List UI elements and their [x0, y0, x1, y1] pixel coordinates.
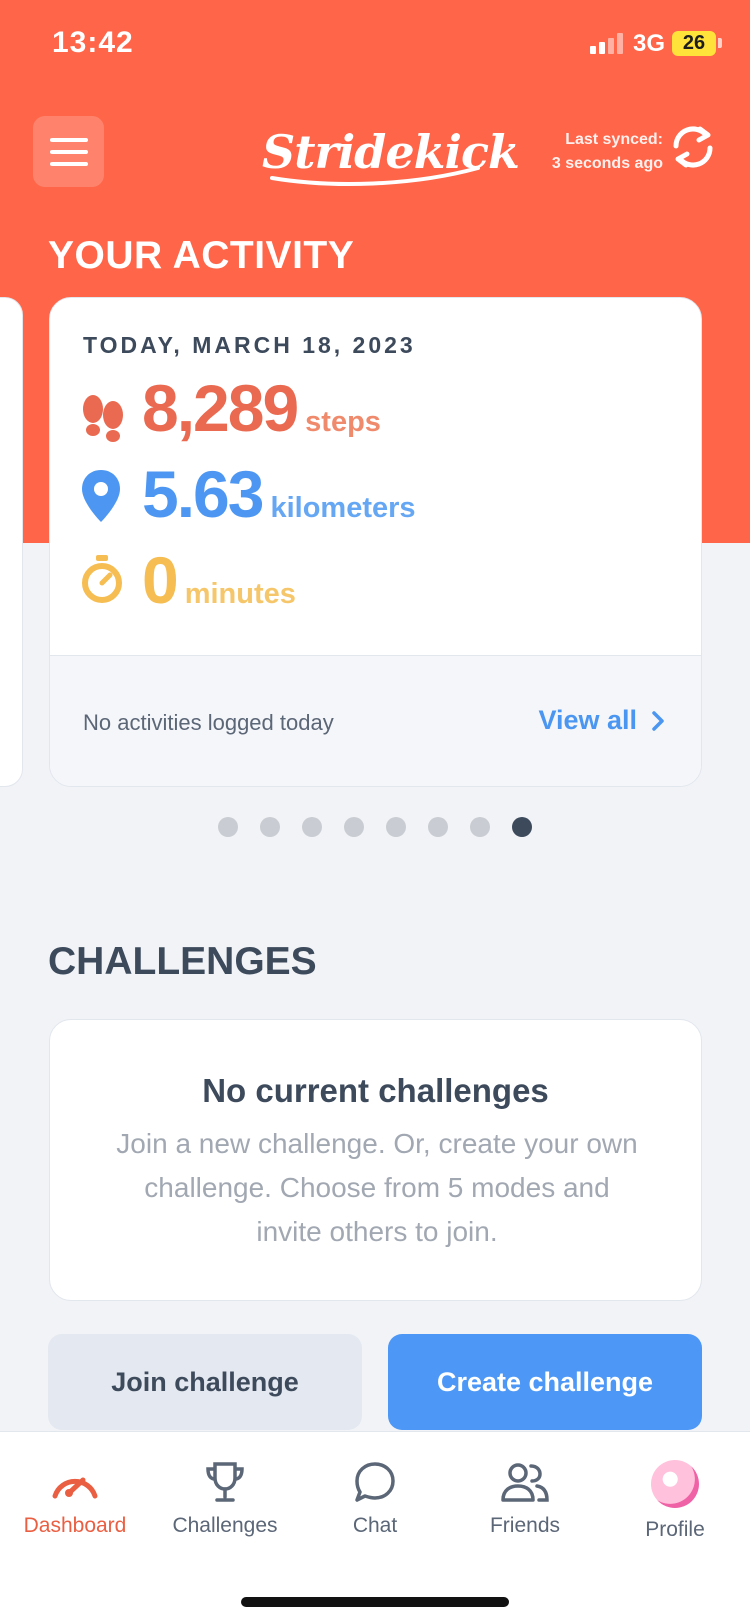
- status-bar: 13:42 3G 26: [0, 0, 750, 90]
- tab-profile[interactable]: Profile: [600, 1460, 750, 1542]
- no-activities-text: No activities logged today: [83, 710, 334, 735]
- tab-dashboard-label: Dashboard: [23, 1514, 127, 1537]
- activity-section-title: YOUR ACTIVITY: [48, 234, 355, 277]
- trophy-icon: [206, 1462, 244, 1502]
- distance-value: 5.63: [142, 457, 264, 531]
- logo-swoosh: [270, 166, 480, 186]
- chevron-right-icon: [652, 710, 664, 731]
- pagination-dot[interactable]: [260, 817, 280, 837]
- speedometer-icon: [52, 1477, 98, 1499]
- challenges-section-title: CHALLENGES: [48, 940, 317, 983]
- minutes-unit: minutes: [184, 578, 296, 610]
- view-all-link[interactable]: View all: [538, 705, 665, 736]
- pagination-dot[interactable]: [302, 817, 322, 837]
- hamburger-menu-icon: [49, 137, 88, 142]
- footprints-icon: [83, 395, 123, 442]
- minutes-metric: 0 minutes: [142, 542, 296, 618]
- sync-status: Last synced: 3 seconds ago: [552, 128, 663, 176]
- tab-bar: Dashboard Challenges Chat Friends Profil…: [0, 1431, 750, 1624]
- pagination-dot[interactable]: [218, 817, 238, 837]
- activity-card[interactable]: TODAY, MARCH 18, 2023 8,289 steps 5.63 k…: [49, 297, 702, 787]
- steps-value: 8,289: [142, 371, 299, 445]
- steps-unit: steps: [305, 406, 381, 438]
- activity-card-footer: No activities logged today View all: [50, 655, 701, 786]
- pagination-dot[interactable]: [344, 817, 364, 837]
- avatar: [651, 1460, 699, 1508]
- minutes-value: 0: [142, 543, 179, 617]
- status-time: 13:42: [52, 26, 134, 59]
- battery-icon: 26: [672, 31, 716, 56]
- pagination-dot[interactable]: [428, 817, 448, 837]
- people-icon: [501, 1463, 549, 1502]
- signal-icon: [590, 32, 626, 54]
- tab-friends[interactable]: Friends: [450, 1460, 600, 1538]
- pagination-dot[interactable]: [386, 817, 406, 837]
- tab-challenges[interactable]: Challenges: [150, 1460, 300, 1538]
- tab-profile-label: Profile: [645, 1518, 705, 1541]
- pagination-dot[interactable]: [470, 817, 490, 837]
- tab-friends-label: Friends: [489, 1514, 561, 1537]
- tab-chat[interactable]: Chat: [300, 1460, 450, 1538]
- stopwatch-icon: [82, 555, 122, 603]
- sync-time: 3 seconds ago: [551, 155, 663, 172]
- join-challenge-button[interactable]: Join challenge: [48, 1334, 362, 1430]
- sync-label: Last synced:: [565, 131, 663, 148]
- chat-bubble-icon: [355, 1462, 395, 1502]
- network-type: 3G: [633, 30, 666, 57]
- refresh-icon[interactable]: [668, 124, 718, 170]
- distance-unit: kilometers: [270, 492, 416, 524]
- location-pin-icon: [82, 470, 120, 522]
- create-challenge-button[interactable]: Create challenge: [388, 1334, 702, 1430]
- activity-date: TODAY, MARCH 18, 2023: [83, 332, 416, 358]
- tab-challenges-label: Challenges: [172, 1514, 278, 1537]
- view-all-label: View all: [538, 705, 637, 735]
- challenges-empty-card: No current challenges Join a new challen…: [49, 1019, 702, 1301]
- previous-day-card[interactable]: [0, 297, 23, 787]
- empty-challenges-description: Join a new challenge. Or, create your ow…: [116, 1128, 638, 1247]
- home-indicator[interactable]: [241, 1597, 509, 1607]
- tab-dashboard[interactable]: Dashboard: [0, 1460, 150, 1538]
- pagination-dot[interactable]: [512, 817, 532, 837]
- tab-chat-label: Chat: [352, 1514, 398, 1537]
- menu-button[interactable]: [33, 116, 104, 187]
- battery-nub: [718, 38, 722, 48]
- empty-challenges-title: No current challenges: [202, 1072, 549, 1109]
- steps-metric: 8,289 steps: [142, 370, 381, 446]
- distance-metric: 5.63 kilometers: [142, 456, 416, 532]
